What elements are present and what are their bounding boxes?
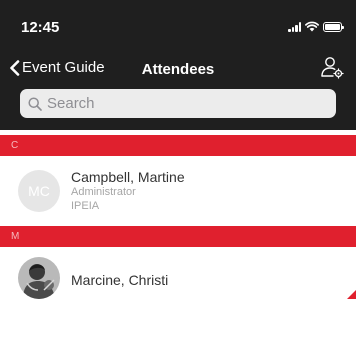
attendee-role: Administrator [71,186,136,198]
attendee-row[interactable]: MC Campbell, Martine Administrator IPEIA [0,156,356,226]
search-icon [28,96,42,111]
corner-marker [347,290,356,299]
back-button[interactable]: Event Guide [9,59,105,76]
attendee-name: Campbell, Martine [71,169,185,185]
navigation-bar: 12:45 Event Guide Attendees [0,0,356,130]
avatar: MC [18,170,60,212]
wifi-icon [305,21,319,32]
status-time: 12:45 [21,19,60,36]
status-icons [288,21,344,32]
section-header-c: C [0,135,356,156]
attendee-organization: IPEIA [71,200,100,212]
user-gear-icon [321,57,344,79]
user-settings-button[interactable] [320,55,344,84]
cell-signal-icon [288,22,301,32]
attendee-name: Marcine, Christi [71,272,169,288]
avatar-photo [18,257,60,299]
battery-icon [323,22,344,32]
section-header-m: M [0,226,356,247]
back-button-label: Event Guide [22,59,105,76]
attendee-row[interactable]: Marcine, Christi [0,247,356,312]
search-input[interactable] [47,95,317,112]
chevron-left-icon [10,59,20,76]
page-title: Attendees [141,61,215,78]
search-bar[interactable] [20,89,336,118]
